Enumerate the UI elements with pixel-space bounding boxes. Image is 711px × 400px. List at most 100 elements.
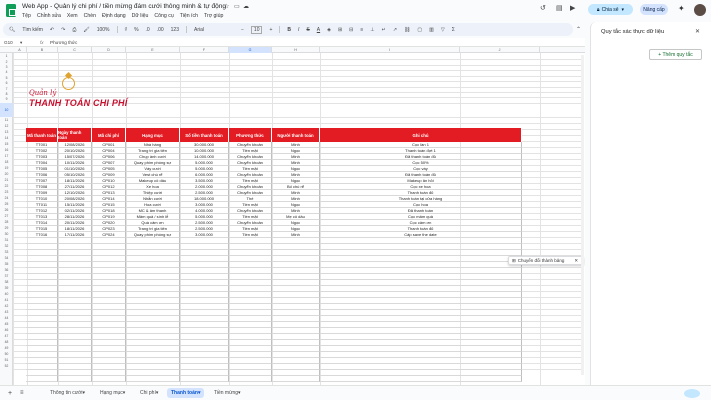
table-header-cell[interactable]: Người thanh toán <box>272 128 320 142</box>
sheet-tab[interactable]: Hạng mục ▾ <box>96 388 129 398</box>
empty-table-cell[interactable] <box>180 376 229 382</box>
row-gridline <box>13 86 581 88</box>
cloud-status-icon[interactable]: ☁ <box>243 3 249 10</box>
row-gridline <box>13 75 581 77</box>
menu-item[interactable]: Trợ giúp <box>204 13 223 19</box>
sheet-tab[interactable]: Tiền mừng ▾ <box>210 388 245 398</box>
empty-table-cell[interactable] <box>58 376 92 382</box>
name-box[interactable]: G10 <box>4 40 13 45</box>
horizontal-align-icon[interactable]: ≡ <box>360 27 363 33</box>
table-header-cell[interactable]: Hạng mục <box>126 128 180 142</box>
vertical-scrollbar[interactable] <box>581 55 584 375</box>
link-icon[interactable]: ⛓︎ <box>404 27 410 33</box>
meet-icon[interactable]: ▶ <box>570 4 575 12</box>
chevron-down-icon[interactable]: ▾ <box>123 390 126 396</box>
currency-format-button[interactable]: ₫ <box>125 27 128 33</box>
menu-item[interactable]: Dữ liệu <box>132 13 149 19</box>
font-size-input[interactable]: 10 <box>250 25 263 34</box>
menu-item[interactable]: Chèn <box>84 13 96 19</box>
zoom-select[interactable]: 100% <box>97 27 110 33</box>
menu-item[interactable]: Xem <box>67 13 78 19</box>
text-rotation-icon[interactable]: ↗ <box>393 27 397 33</box>
font-select[interactable]: Arial <box>194 27 234 33</box>
history-icon[interactable]: ↺ <box>540 4 546 12</box>
chevron-down-icon[interactable]: ▾ <box>20 40 22 46</box>
chevron-down-icon[interactable]: ▾ <box>238 390 241 396</box>
sheet-tab[interactable]: Thông tin cưới ▾ <box>46 388 89 398</box>
chart-icon[interactable]: ▥ <box>429 27 434 33</box>
comment-icon[interactable]: ▤ <box>556 4 563 12</box>
sheet-tab[interactable]: Chi phí ▾ <box>136 388 162 398</box>
empty-table-cell[interactable] <box>229 376 272 382</box>
table-header-cell[interactable]: Ghi chú <box>320 128 522 142</box>
fill-color-icon[interactable]: ◈ <box>327 27 331 33</box>
dismiss-icon[interactable]: ✕ <box>574 258 578 264</box>
decrease-font-size-icon[interactable]: − <box>241 27 244 33</box>
bold-icon[interactable]: B <box>287 27 291 33</box>
sheet-tab-label: Thanh toán <box>171 390 198 396</box>
avatar[interactable] <box>694 4 706 16</box>
table-header-cell[interactable]: Mã thanh toán <box>26 128 58 142</box>
column-gridline <box>13 53 14 385</box>
decrease-decimal-button[interactable]: .0 <box>146 27 150 33</box>
sheets-logo-icon[interactable] <box>6 4 16 17</box>
menu-item[interactable]: Tiện ích <box>180 13 198 19</box>
empty-table-cell[interactable] <box>320 376 522 382</box>
sheet-tab-bar: + ≡ Thông tin cưới ▾ Hạng mục ▾ Chi phí ▾ T… <box>0 385 711 400</box>
table-header-cell[interactable]: Phương thức <box>229 128 272 142</box>
chevron-down-icon[interactable]: ▾ <box>82 390 85 396</box>
strikethrough-icon[interactable]: S <box>306 27 309 33</box>
table-header-cell[interactable]: Số tiền thanh toán <box>180 128 229 142</box>
add-sheet-button[interactable]: + <box>4 388 16 398</box>
text-wrap-icon[interactable]: ↵ <box>382 27 386 33</box>
formula-input[interactable]: Phương thức <box>50 40 77 45</box>
filter-icon[interactable]: ▽ <box>441 27 445 33</box>
table-header-cell[interactable]: Mã chi phí <box>92 128 126 142</box>
sheet-tab-label: Tiền mừng <box>214 390 239 396</box>
search-menus-label[interactable]: Tìm kiếm <box>22 27 43 33</box>
more-formats-button[interactable]: 123 <box>171 27 179 33</box>
borders-icon[interactable]: ⊞ <box>338 27 342 33</box>
menu-item[interactable]: Công cụ <box>154 13 173 19</box>
star-icon[interactable]: ☆ <box>224 3 229 10</box>
table-header-cell[interactable]: Ngày thanh toán <box>58 128 92 142</box>
italic-icon[interactable]: I <box>298 27 299 33</box>
add-rule-button[interactable]: + Thêm quy tắc <box>649 49 702 60</box>
increase-font-size-icon[interactable]: + <box>269 27 272 33</box>
convert-to-table-chip[interactable]: ⊞ Chuyển đổi thành bảng ✕ <box>508 256 584 265</box>
percent-format-button[interactable]: % <box>134 27 138 33</box>
empty-table-cell[interactable] <box>272 376 320 382</box>
print-icon[interactable]: ⎙ <box>72 27 76 33</box>
ring-icon <box>62 77 75 90</box>
menu-item[interactable]: Chỉnh sửa <box>37 13 61 19</box>
document-title[interactable]: Web App - Quản lý chi phí / tiền mừng đá… <box>22 3 226 10</box>
comment-add-icon[interactable]: ▢ <box>417 27 422 33</box>
sheet-tab[interactable]: Thanh toán ▾ <box>167 388 205 398</box>
close-icon[interactable]: ✕ <box>695 28 700 35</box>
empty-table-cell[interactable] <box>26 376 58 382</box>
gemini-sparkle-icon[interactable]: ✦ <box>678 4 685 13</box>
upgrade-button[interactable]: Nâng cấp <box>640 4 668 15</box>
merge-cells-icon[interactable]: ⊟ <box>349 27 353 33</box>
collapse-toolbar-icon[interactable]: ⌃ <box>576 26 581 33</box>
chevron-down-icon[interactable]: ▾ <box>198 390 201 396</box>
empty-table-cell[interactable] <box>126 376 180 382</box>
explore-button[interactable] <box>684 389 700 398</box>
text-color-icon[interactable]: A <box>317 27 320 33</box>
chevron-down-icon[interactable]: ▾ <box>156 390 159 396</box>
paint-format-icon[interactable]: 🖌︎ <box>83 27 89 33</box>
functions-icon[interactable]: Σ <box>452 27 455 33</box>
share-button[interactable]: 🔒︎ Chia sẻ ▾ <box>588 4 633 15</box>
vertical-align-icon[interactable]: ⊥ <box>370 27 374 33</box>
move-folder-icon[interactable]: ▭ <box>234 3 240 10</box>
increase-decimal-button[interactable]: .00 <box>157 27 164 33</box>
spreadsheet-grid[interactable]: ABCDEFGHIJ 1 2 3 4 5 6 7 8 9 10 11 12 13 14 15 16 17 18 19… <box>0 47 585 385</box>
all-sheets-button[interactable]: ≡ <box>16 388 28 398</box>
search-icon[interactable]: 🔍︎ <box>9 27 15 33</box>
undo-icon[interactable]: ↶ <box>50 27 54 33</box>
toolbar-divider <box>279 26 281 33</box>
redo-icon[interactable]: ↷ <box>61 27 65 33</box>
menu-item[interactable]: Định dạng <box>102 13 126 19</box>
empty-table-cell[interactable] <box>92 376 126 382</box>
menu-item[interactable]: Tệp <box>22 13 31 19</box>
